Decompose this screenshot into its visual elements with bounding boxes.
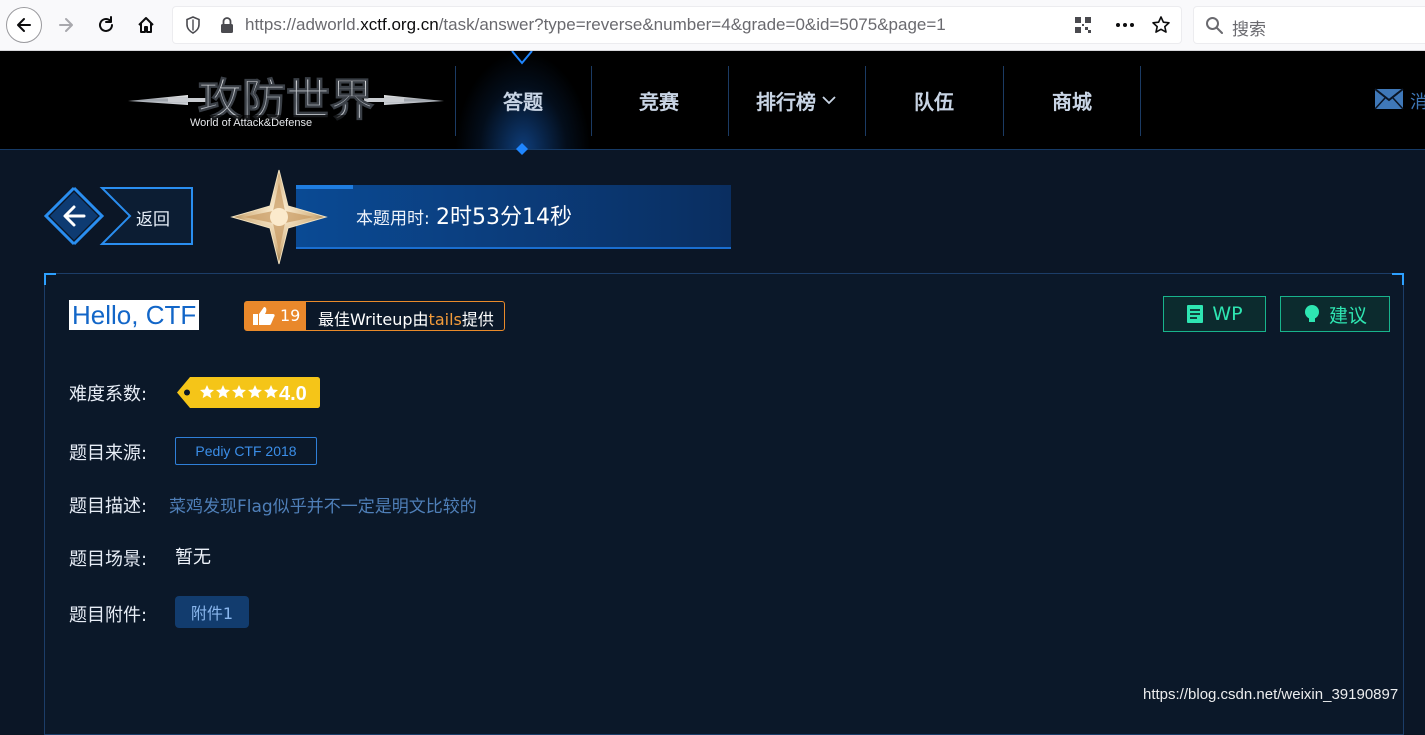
nav-item-label: 队伍 <box>914 89 954 114</box>
scene-value: 暂无 <box>175 547 211 568</box>
attachment-button[interactable]: 附件1 <box>175 596 249 628</box>
more-actions-icon[interactable] <box>1115 15 1135 35</box>
shield-icon[interactable] <box>183 15 203 35</box>
like-count: 19 <box>280 306 301 325</box>
logo-subtext: World of Attack&Defense <box>190 117 312 129</box>
source-tag[interactable]: Pediy CTF 2018 <box>175 437 317 465</box>
search-icon <box>1204 15 1224 35</box>
nav-item-label: 答题 <box>503 89 543 114</box>
arrow-left-icon <box>17 18 31 32</box>
difficulty-rating-tag: 4.0 <box>177 377 320 408</box>
home-icon <box>138 17 154 33</box>
url-host: xctf.org.cn <box>360 15 439 34</box>
back-to-list-button[interactable] <box>44 186 194 246</box>
writeup-credit: 最佳Writeup由tails提供 <box>318 306 494 330</box>
search-bar[interactable]: 搜索 <box>1193 6 1425 44</box>
url-path: /task/answer?type=reverse&number=4&grade… <box>438 15 946 34</box>
timer-label: 本题用时: <box>356 209 430 229</box>
nav-divider <box>1140 66 1141 136</box>
nav-item-team[interactable]: 队伍 <box>866 51 1002 149</box>
reload-icon <box>99 16 113 32</box>
medal-star-icon <box>230 169 328 265</box>
panel-corner <box>44 273 56 285</box>
qr-code-icon[interactable] <box>1073 15 1093 35</box>
reload-button[interactable] <box>88 7 124 43</box>
timer-value: 2时53分14秒 <box>436 205 572 230</box>
search-placeholder: 搜索 <box>1232 20 1266 40</box>
panel-corner <box>1392 273 1404 285</box>
suggest-label: 建议 <box>1328 304 1367 327</box>
difficulty-label: 难度系数: <box>69 384 148 405</box>
description-label: 题目描述: <box>69 496 148 517</box>
nav-item-competition[interactable]: 竞赛 <box>591 51 727 149</box>
difficulty-value: 4.0 <box>279 383 307 405</box>
home-button[interactable] <box>128 7 164 43</box>
url-bar[interactable]: https://adworld.xctf.org.cn/task/answer?… <box>172 6 1182 44</box>
url-text[interactable]: https://adworld.xctf.org.cn/task/answer?… <box>245 15 946 35</box>
arrow-right-icon <box>59 18 73 32</box>
nav-item-label: 排行榜 <box>756 89 816 114</box>
thumbs-up-icon <box>253 307 275 325</box>
like-count-box: 19 <box>245 302 306 330</box>
site-logo[interactable]: 攻防世界 World of Attack&Defense <box>128 71 444 135</box>
source-label: 题目来源: <box>69 443 148 464</box>
bookmark-star-icon[interactable] <box>1151 15 1171 35</box>
message-label[interactable]: 消 <box>1410 88 1425 114</box>
mail-icon[interactable] <box>1374 88 1404 110</box>
task-title: Hello, CTF <box>69 300 200 330</box>
writeup-prefix: 最佳Writeup由 <box>318 310 429 329</box>
watermark-text: https://blog.csdn.net/weixin_39190897 <box>1143 686 1399 703</box>
lock-icon[interactable] <box>217 15 237 35</box>
site-header: 攻防世界 World of Attack&Defense 答题 竞赛 排行榜 队… <box>0 51 1425 155</box>
forward-button[interactable] <box>48 7 84 43</box>
suggest-button[interactable]: 建议 <box>1280 296 1390 332</box>
nav-item-leaderboard[interactable]: 排行榜 <box>728 51 864 149</box>
writeup-like-badge[interactable]: 19 最佳Writeup由tails提供 <box>244 301 505 331</box>
url-prefix: https://adworld. <box>245 15 361 34</box>
wp-label: WP <box>1212 303 1243 325</box>
document-icon <box>1187 305 1204 323</box>
description-text: 菜鸡发现Flag似乎并不一定是明文比较的 <box>169 497 477 517</box>
writeup-author[interactable]: tails <box>429 310 462 329</box>
lightbulb-icon <box>1304 305 1319 322</box>
back-label[interactable]: 返回 <box>136 205 170 230</box>
scene-label: 题目场景: <box>69 549 148 570</box>
browser-toolbar: https://adworld.xctf.org.cn/task/answer?… <box>0 0 1425 51</box>
nav-item-shop[interactable]: 商城 <box>1004 51 1140 149</box>
writeup-suffix: 提供 <box>461 310 494 329</box>
wp-button[interactable]: WP <box>1163 296 1266 332</box>
attachment-label: 题目附件: <box>69 605 148 626</box>
nav-item-label: 商城 <box>1052 89 1092 114</box>
nav-item-answer[interactable]: 答题 <box>455 51 591 149</box>
back-button[interactable] <box>6 7 42 43</box>
chevron-down-icon <box>822 96 836 105</box>
nav-item-label: 竞赛 <box>639 89 679 114</box>
